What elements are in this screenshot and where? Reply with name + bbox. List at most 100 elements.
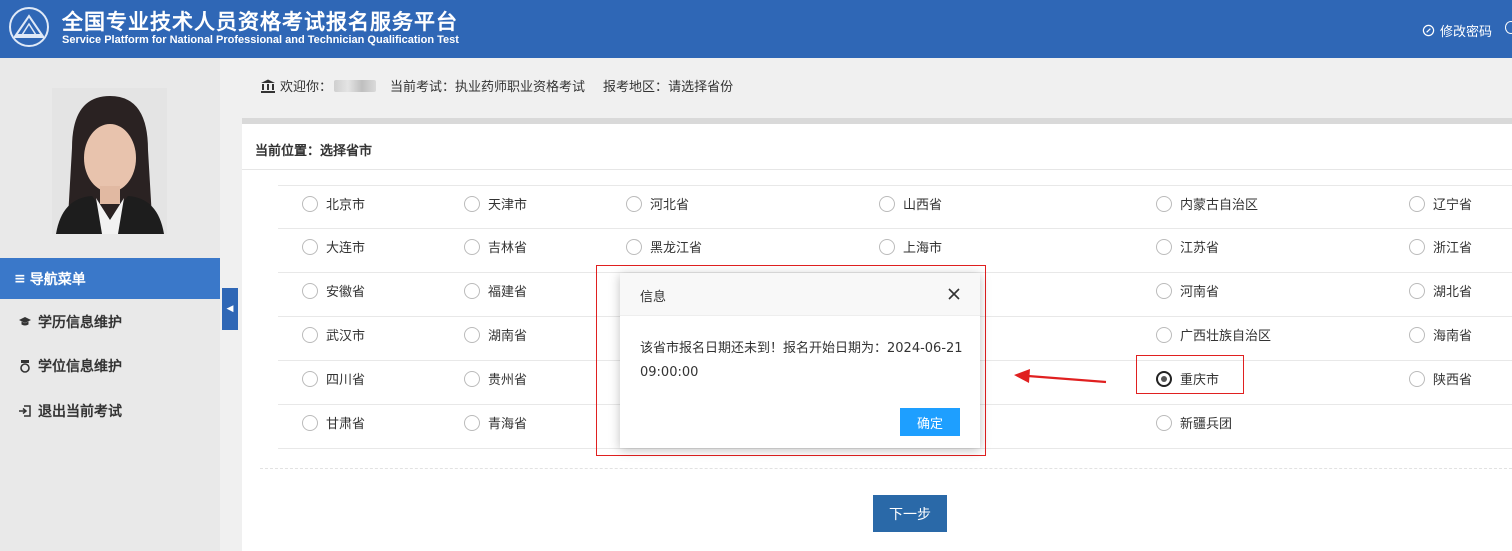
province-option[interactable]: 上海市	[879, 237, 942, 256]
radio-button[interactable]	[302, 326, 318, 343]
region-label: 报考地区：	[603, 80, 669, 95]
province-option[interactable]: 天津市	[464, 194, 527, 213]
radio-button[interactable]	[626, 238, 642, 255]
province-option[interactable]: 重庆市	[1156, 369, 1219, 388]
radio-button[interactable]	[464, 414, 480, 431]
sidebar: ≡ 导航菜单 学历信息维护 学位信息维护 退出当前考试	[0, 58, 220, 551]
province-option[interactable]: 甘肃省	[302, 413, 365, 432]
next-step-button[interactable]: 下一步	[873, 495, 947, 532]
dialog-header: 信息	[620, 273, 980, 316]
radio-button[interactable]	[464, 238, 480, 255]
province-label: 内蒙古自治区	[1180, 198, 1259, 213]
province-option[interactable]: 北京市	[302, 194, 365, 213]
edit-icon	[1422, 24, 1435, 37]
province-label: 湖北省	[1433, 285, 1473, 300]
province-option[interactable]: 青海省	[464, 413, 527, 432]
medal-icon	[20, 360, 30, 373]
province-option[interactable]: 内蒙古自治区	[1156, 194, 1258, 213]
province-option[interactable]: 黑龙江省	[626, 237, 702, 256]
province-label: 黑龙江省	[650, 241, 703, 256]
province-label: 辽宁省	[1433, 198, 1473, 213]
radio-button[interactable]	[1156, 238, 1172, 255]
province-option[interactable]: 湖北省	[1409, 281, 1472, 300]
change-password-link[interactable]: 修改密码	[1422, 21, 1492, 40]
province-option[interactable]: 浙江省	[1409, 237, 1472, 256]
province-label: 吉林省	[488, 241, 528, 256]
province-option[interactable]: 海南省	[1409, 325, 1472, 344]
province-label: 湖南省	[488, 329, 528, 344]
radio-button[interactable]	[302, 238, 318, 255]
province-label: 陕西省	[1433, 373, 1473, 388]
province-label: 安徽省	[326, 285, 366, 300]
province-option[interactable]: 大连市	[302, 237, 365, 256]
dialog-title: 信息	[640, 290, 667, 305]
radio-button[interactable]	[302, 414, 318, 431]
province-option[interactable]: 湖南省	[464, 325, 527, 344]
province-option[interactable]: 河南省	[1156, 281, 1219, 300]
nav-menu-header[interactable]: ≡ 导航菜单	[0, 258, 220, 299]
sidebar-item-degree[interactable]: 学位信息维护	[18, 356, 218, 376]
province-option[interactable]: 福建省	[464, 281, 527, 300]
radio-button[interactable]	[464, 195, 480, 212]
chevron-left-icon: ◀	[226, 304, 234, 314]
change-password-label: 修改密码	[1440, 25, 1493, 40]
province-label: 河北省	[650, 198, 690, 213]
province-option[interactable]: 贵州省	[464, 369, 527, 388]
province-option[interactable]: 安徽省	[302, 281, 365, 300]
radio-button[interactable]	[464, 370, 480, 387]
radio-button[interactable]	[879, 238, 895, 255]
province-label: 青海省	[488, 417, 528, 432]
province-label: 重庆市	[1180, 373, 1220, 388]
province-option[interactable]: 山西省	[879, 194, 942, 213]
province-label: 贵州省	[488, 373, 528, 388]
sidebar-item-education[interactable]: 学历信息维护	[18, 312, 218, 332]
radio-button[interactable]	[879, 195, 895, 212]
radio-button[interactable]	[1156, 326, 1172, 343]
radio-button[interactable]	[1409, 282, 1425, 299]
province-option[interactable]: 陕西省	[1409, 369, 1472, 388]
radio-button[interactable]	[1156, 195, 1172, 212]
dialog-ok-button[interactable]: 确定	[900, 408, 960, 436]
radio-button[interactable]	[1409, 195, 1425, 212]
sidebar-collapse-button[interactable]: ◀	[222, 288, 238, 330]
radio-button[interactable]	[464, 326, 480, 343]
province-option[interactable]: 江苏省	[1156, 237, 1219, 256]
radio-button[interactable]	[302, 195, 318, 212]
radio-button[interactable]	[302, 282, 318, 299]
breadcrumb-divider	[242, 169, 1512, 170]
radio-button[interactable]	[1156, 370, 1172, 387]
current-exam-value: 执业药师职业资格考试	[455, 80, 586, 95]
region-value: 请选择省份	[668, 80, 734, 95]
sidebar-item-exit-exam[interactable]: 退出当前考试	[18, 401, 218, 421]
province-label: 天津市	[488, 198, 528, 213]
radio-button[interactable]	[302, 370, 318, 387]
institution-icon	[261, 79, 275, 93]
province-label: 福建省	[488, 285, 528, 300]
radio-button[interactable]	[1156, 414, 1172, 431]
logout-icon[interactable]	[1505, 21, 1512, 34]
province-option[interactable]: 武汉市	[302, 325, 365, 344]
province-row: 大连市 吉林省 黑龙江省 上海市 江苏省 浙江省	[278, 229, 1512, 273]
avatar	[52, 88, 167, 234]
province-label: 山西省	[903, 198, 943, 213]
user-name-redacted	[334, 79, 377, 92]
radio-button[interactable]	[1409, 238, 1425, 255]
province-label: 上海市	[903, 241, 943, 256]
province-option[interactable]: 辽宁省	[1409, 194, 1472, 213]
sidebar-item-label: 退出当前考试	[38, 404, 122, 420]
graduation-cap-icon	[19, 317, 31, 326]
province-option[interactable]: 四川省	[302, 369, 365, 388]
radio-button[interactable]	[464, 282, 480, 299]
radio-button[interactable]	[626, 195, 642, 212]
province-option[interactable]: 广西壮族自治区	[1156, 325, 1271, 344]
radio-button[interactable]	[1156, 282, 1172, 299]
province-option[interactable]: 河北省	[626, 194, 689, 213]
radio-button[interactable]	[1409, 370, 1425, 387]
info-dialog: 信息 该省市报名日期还未到！报名开始日期为：2024-06-21 09:00:0…	[620, 273, 980, 448]
province-option[interactable]: 吉林省	[464, 237, 527, 256]
province-option[interactable]: 新疆兵团	[1156, 413, 1232, 432]
nav-menu-title: 导航菜单	[29, 271, 86, 288]
close-icon[interactable]	[947, 287, 961, 301]
radio-button[interactable]	[1409, 326, 1425, 343]
province-label: 河南省	[1180, 285, 1220, 300]
